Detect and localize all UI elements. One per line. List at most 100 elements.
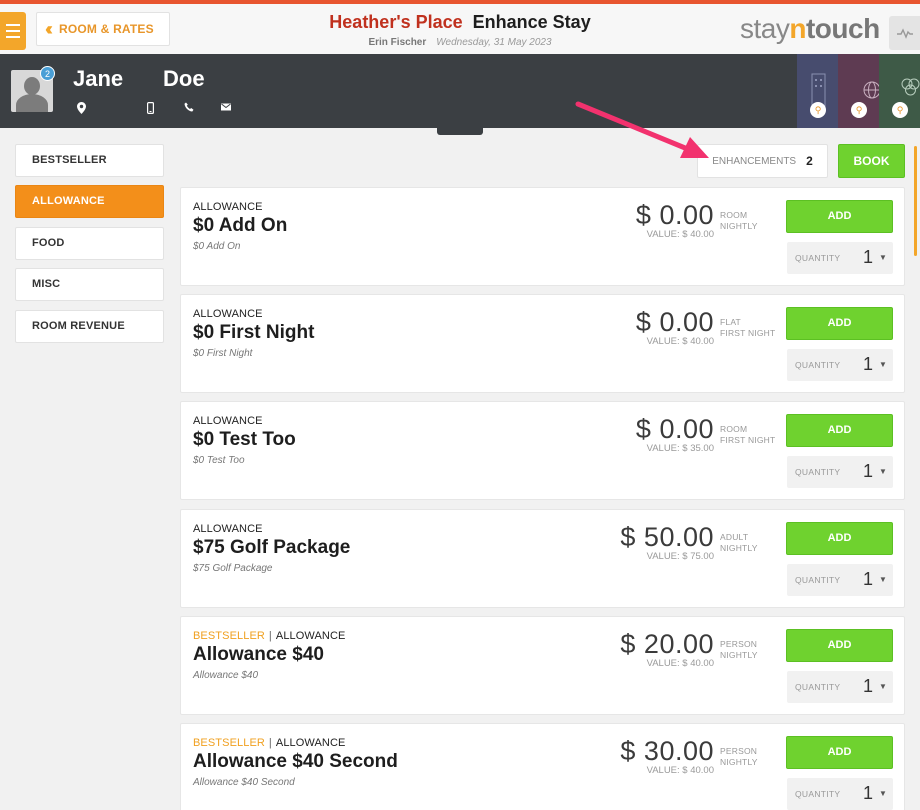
location-pin-icon[interactable] <box>77 102 86 117</box>
sidebar-item-allowance[interactable]: ALLOWANCE <box>15 185 164 218</box>
enhancements-count: 2 <box>806 154 813 168</box>
quantity-select[interactable]: QUANTITY 1 ▼ <box>787 564 893 596</box>
sidebar-item-bestseller[interactable]: BESTSELLER <box>15 144 164 177</box>
dropdown-arrow-icon: ▼ <box>879 467 887 476</box>
enhancement-name: Allowance $40 Second <box>193 751 398 772</box>
guest-bar: 2 Jane Doe ⚲ ⚲ ⚲ <box>0 54 920 128</box>
mail-icon[interactable] <box>221 102 231 114</box>
add-button[interactable]: ADD <box>786 414 893 447</box>
enhancement-name: Allowance $40 <box>193 644 324 665</box>
enhancements-label: ENHANCEMENTS <box>712 155 797 167</box>
enhancement-name: $0 Add On <box>193 215 288 236</box>
book-button[interactable]: BOOK <box>838 144 905 178</box>
quantity-select[interactable]: QUANTITY 1 ▼ <box>787 671 893 703</box>
price-unit: FLAT FIRST NIGHT <box>720 317 775 339</box>
user-name: Erin Fischer <box>368 37 427 48</box>
price-unit-type: PERSON <box>720 639 758 649</box>
thumbnail-web[interactable]: ⚲ <box>838 54 879 128</box>
dropdown-arrow-icon: ▼ <box>879 575 887 584</box>
card-category: BESTSELLER | ALLOWANCE <box>193 630 345 642</box>
price-unit: PERSON NIGHTLY <box>720 746 758 768</box>
quantity-label: QUANTITY <box>795 575 841 585</box>
quantity-label: QUANTITY <box>795 682 841 692</box>
card-category: BESTSELLER | ALLOWANCE <box>193 737 345 749</box>
enhancement-description: $0 First Night <box>193 348 253 359</box>
pulse-button[interactable] <box>889 16 920 50</box>
guest-first-name: Jane <box>73 66 124 91</box>
phone-icon[interactable] <box>184 102 194 115</box>
quantity-select[interactable]: QUANTITY 1 ▼ <box>787 778 893 810</box>
menu-icon-line <box>6 36 20 38</box>
mobile-phone-icon[interactable] <box>147 102 155 117</box>
enhancement-card: ALLOWANCE $0 First Night $0 First Night $ 0… <box>180 294 905 393</box>
enhancement-name: $75 Golf Package <box>193 537 351 558</box>
enhancement-value: VALUE: $ 35.00 <box>646 443 714 454</box>
sidebar-item-food[interactable]: FOOD <box>15 227 164 260</box>
card-category: ALLOWANCE <box>193 308 263 320</box>
price-unit-type: FLAT <box>720 317 741 327</box>
quantity-select[interactable]: QUANTITY 1 ▼ <box>787 349 893 381</box>
quantity-select[interactable]: QUANTITY 1 ▼ <box>787 456 893 488</box>
quantity-label: QUANTITY <box>795 789 841 799</box>
bestseller-tag: BESTSELLER <box>193 737 265 749</box>
card-category: ALLOWANCE <box>193 415 263 427</box>
quantity-value: 1 <box>863 676 874 696</box>
price-unit: ROOM FIRST NIGHT <box>720 424 775 446</box>
avatar-badge: 2 <box>40 66 55 81</box>
enhancement-description: Allowance $40 Second <box>193 777 295 788</box>
search-icon[interactable]: ⚲ <box>851 102 867 118</box>
enhancement-price: $ 0.00 <box>635 414 714 444</box>
pulse-icon <box>896 28 913 39</box>
brand-n: n <box>789 13 806 44</box>
back-button-label: ROOM & RATES <box>59 22 154 36</box>
guest-last-name: Doe <box>163 66 205 91</box>
top-bar: ‹‹ ROOM & RATES Heather's Place Enhance S… <box>0 4 920 54</box>
enhancement-card: ALLOWANCE $0 Add On $0 Add On $ 0.00 ROOM NIG… <box>180 187 905 286</box>
back-to-room-rates-button[interactable]: ‹‹ ROOM & RATES <box>36 12 170 46</box>
price-unit-type: PERSON <box>720 746 758 756</box>
enhancement-value: VALUE: $ 40.00 <box>646 336 714 347</box>
quantity-label: QUANTITY <box>795 360 841 370</box>
menu-button[interactable] <box>0 12 26 50</box>
enhancement-price: $ 0.00 <box>635 307 714 337</box>
menu-icon-line <box>6 30 20 32</box>
dropdown-arrow-icon: ▼ <box>879 789 887 798</box>
drawer-handle[interactable] <box>437 124 483 135</box>
category-label: ALLOWANCE <box>193 415 263 427</box>
enhancement-name: $0 First Night <box>193 322 315 343</box>
add-button[interactable]: ADD <box>786 200 893 233</box>
quantity-value: 1 <box>863 783 874 803</box>
bestseller-tag: BESTSELLER <box>193 630 265 642</box>
thumbnail-group[interactable]: ⚲ <box>879 54 920 128</box>
avatar-body <box>16 94 48 112</box>
enhancement-card: ALLOWANCE $75 Golf Package $75 Golf Packag… <box>180 509 905 608</box>
add-button[interactable]: ADD <box>786 736 893 769</box>
add-button[interactable]: ADD <box>786 522 893 555</box>
sidebar-item-misc[interactable]: MISC <box>15 268 164 301</box>
price-unit-frequency: NIGHTLY <box>720 543 758 553</box>
thumbnail-room[interactable]: ⚲ <box>797 54 838 128</box>
brand-logo: stayntouch <box>740 13 880 45</box>
enhancement-description: Allowance $40 <box>193 670 259 681</box>
price-unit-type: ROOM <box>720 424 748 434</box>
business-date: Wednesday, 31 May 2023 <box>436 37 552 48</box>
scrollbar[interactable] <box>914 146 917 256</box>
price-unit: ADULT NIGHTLY <box>720 532 758 554</box>
add-button[interactable]: ADD <box>786 629 893 662</box>
category-label: ALLOWANCE <box>275 737 346 749</box>
dropdown-arrow-icon: ▼ <box>879 253 887 262</box>
price-unit-frequency: FIRST NIGHT <box>720 328 776 338</box>
enhancement-card: BESTSELLER | ALLOWANCE Allowance $40 Allowan… <box>180 616 905 715</box>
search-icon[interactable]: ⚲ <box>810 102 826 118</box>
search-icon[interactable]: ⚲ <box>892 102 908 118</box>
enhancement-name: $0 Test Too <box>193 429 296 450</box>
enhancements-button[interactable]: ENHANCEMENTS 2 <box>697 144 828 178</box>
category-separator: | <box>268 737 272 749</box>
add-button[interactable]: ADD <box>786 307 893 340</box>
brand-prefix: stay <box>740 13 790 44</box>
quantity-select[interactable]: QUANTITY 1 ▼ <box>787 242 893 274</box>
brand-suffix: touch <box>805 13 880 44</box>
sidebar-item-room-revenue[interactable]: ROOM REVENUE <box>15 310 164 343</box>
dropdown-arrow-icon: ▼ <box>879 682 887 691</box>
guest-photo-strip: ⚲ ⚲ ⚲ <box>797 54 920 128</box>
